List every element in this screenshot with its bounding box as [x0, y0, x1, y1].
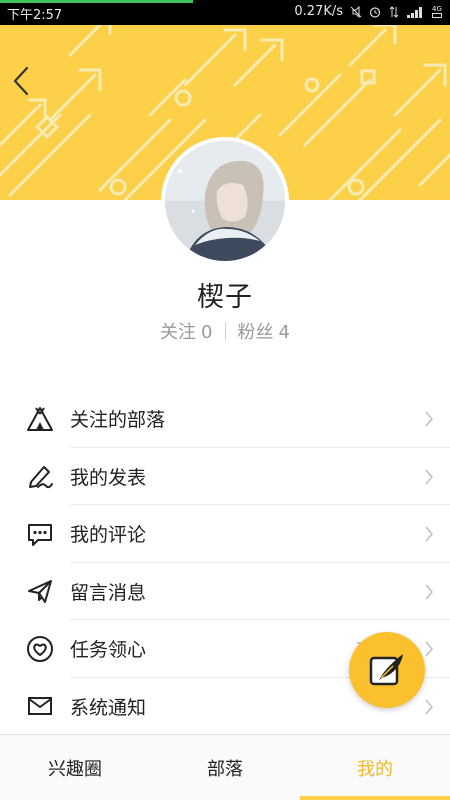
chevron-right-icon: [425, 698, 434, 715]
avatar-image: [165, 141, 285, 261]
user-name: 楔子: [197, 282, 253, 313]
following-stat[interactable]: 关注 0: [160, 318, 212, 344]
tent-icon: [26, 405, 54, 433]
data-arrows-icon: [388, 5, 400, 18]
menu-item-label: 我的发表: [70, 466, 147, 489]
menu-item-label: 系统通知: [70, 696, 147, 719]
menu-item-followed-tribes[interactable]: 关注的部落: [0, 390, 450, 448]
active-tab-indicator: [300, 796, 450, 800]
menu-item-label: 任务领心: [70, 639, 147, 662]
chevron-right-icon: [425, 583, 434, 600]
page-load-progress: [0, 0, 193, 3]
stats-divider: [224, 322, 226, 340]
following-label: 关注: [160, 322, 197, 343]
network-speed: 0.27K/s: [294, 4, 343, 19]
status-icons: 0.27K/s 4G: [294, 4, 442, 19]
status-bar: 下午2:57 0.27K/s 4G: [0, 0, 450, 25]
tab-label: 兴趣圈: [48, 758, 102, 780]
chevron-right-icon: [425, 468, 434, 485]
menu-item-my-posts[interactable]: 我的发表: [0, 448, 450, 505]
network-type: 4G: [432, 4, 442, 13]
quill-icon: [369, 654, 403, 686]
menu-item-label: 关注的部落: [70, 409, 166, 432]
tab-label: 我的: [357, 758, 393, 780]
follow-stats: 关注 0 粉丝 4: [0, 318, 450, 344]
menu-item-label: 留言消息: [70, 581, 147, 604]
avatar[interactable]: [161, 137, 289, 265]
mail-icon: [26, 692, 54, 720]
mute-icon: [350, 5, 362, 18]
compose-button[interactable]: [349, 632, 425, 708]
battery-icon: 4G: [432, 4, 442, 18]
back-button[interactable]: [8, 63, 34, 99]
chevron-right-icon: [425, 411, 434, 427]
chevron-left-icon: [13, 66, 29, 96]
pen-icon: [26, 462, 54, 490]
comment-icon: [26, 520, 54, 548]
menu-item-label: 我的评论: [70, 524, 147, 547]
tab-label: 部落: [207, 758, 243, 780]
followers-label: 粉丝: [237, 322, 274, 343]
heart-icon: [26, 635, 54, 663]
chevron-right-icon: [425, 641, 434, 657]
signal-icon: [407, 6, 425, 18]
tab-interest-circle[interactable]: 兴趣圈: [0, 735, 150, 800]
followers-count: 4: [278, 322, 290, 343]
chevron-right-icon: [425, 526, 434, 542]
followers-stat[interactable]: 粉丝 4: [238, 318, 290, 344]
paper-plane-icon: [26, 577, 54, 605]
menu-item-messages[interactable]: 留言消息: [0, 563, 450, 620]
status-time: 下午2:57: [7, 8, 63, 23]
tab-mine[interactable]: 我的: [300, 735, 450, 800]
following-count: 0: [201, 322, 213, 343]
alarm-icon: [369, 6, 381, 18]
bottom-nav: 兴趣圈 部落 我的: [0, 734, 450, 800]
menu-item-my-comments[interactable]: 我的评论: [0, 505, 450, 563]
tab-tribes[interactable]: 部落: [150, 735, 300, 800]
